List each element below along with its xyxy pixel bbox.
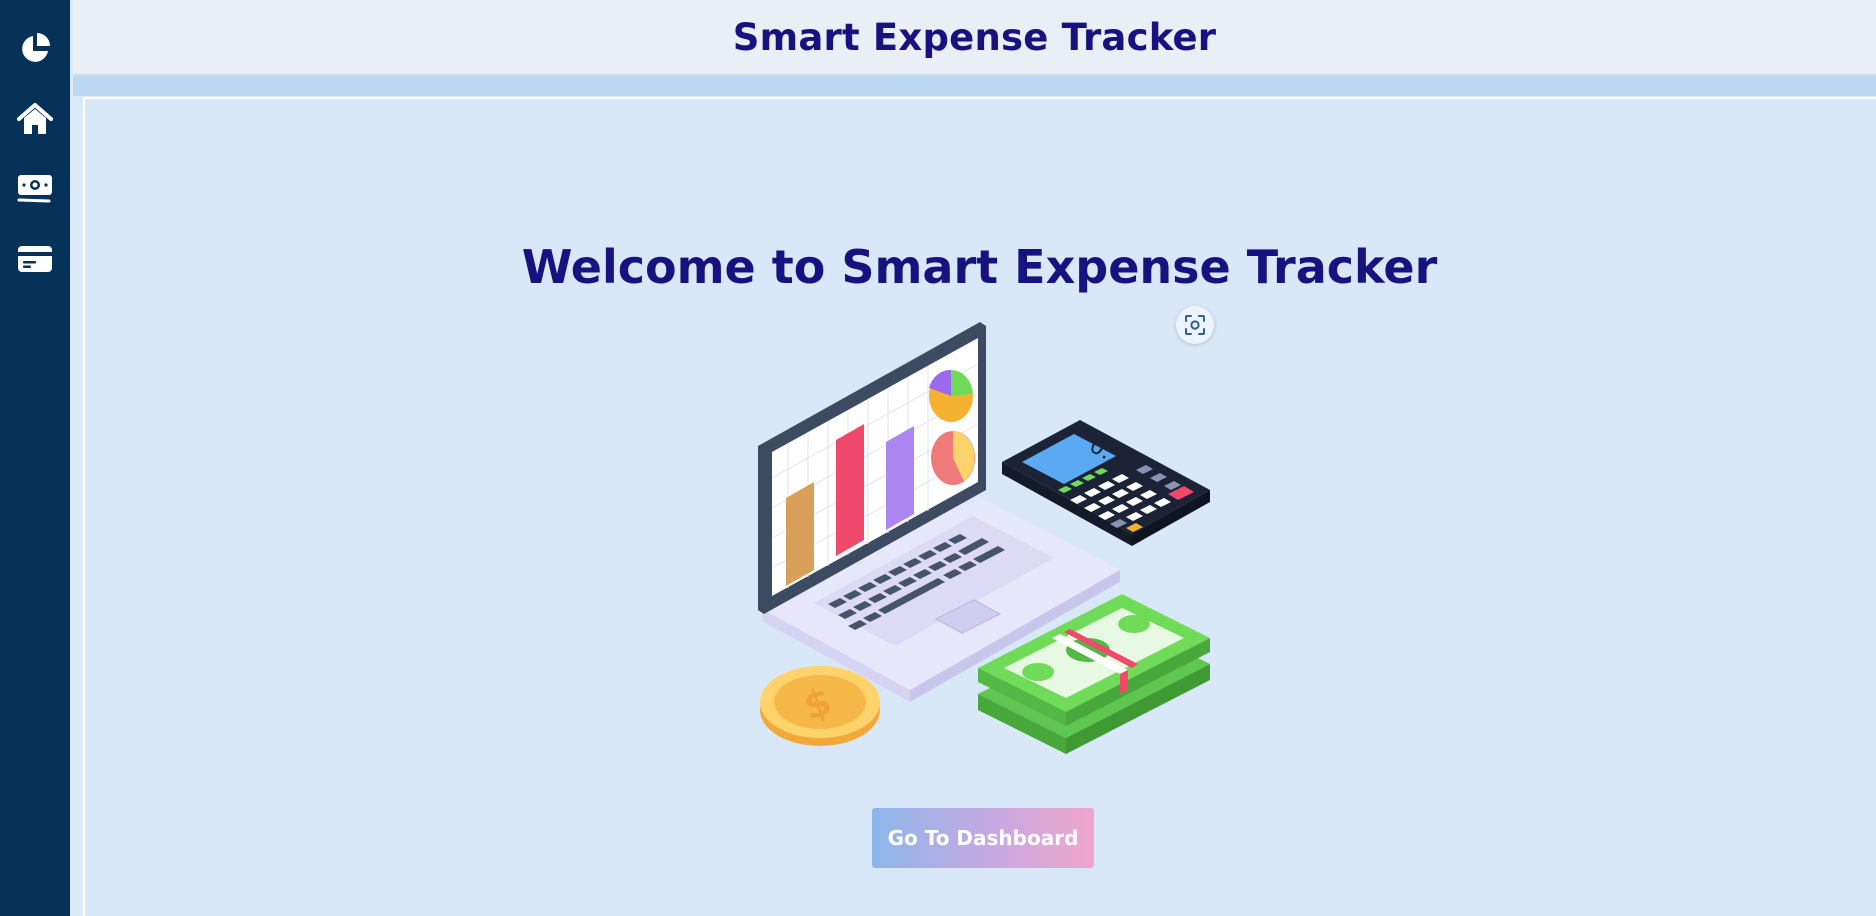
credit-card-icon [18, 246, 52, 272]
money-bill-icon [17, 175, 52, 203]
home-icon [17, 103, 53, 134]
finance-illustration: 0. $ [758, 322, 1210, 754]
sidebar-item-expenses[interactable] [0, 158, 70, 218]
sidebar-item-home[interactable] [0, 89, 70, 149]
welcome-heading: Welcome to Smart Expense Tracker [521, 240, 1438, 294]
top-bar: Smart Expense Tracker [73, 0, 1876, 76]
go-to-dashboard-button[interactable]: Go To Dashboard [872, 808, 1094, 868]
coin-illustration: $ [760, 666, 880, 746]
app-title: Smart Expense Tracker [732, 15, 1217, 59]
sidebar-item-analytics[interactable] [0, 19, 70, 79]
header-divider [73, 76, 1876, 96]
sidebar-item-cards[interactable] [0, 229, 70, 289]
pie-chart-icon [22, 33, 50, 62]
sidebar [0, 0, 70, 916]
